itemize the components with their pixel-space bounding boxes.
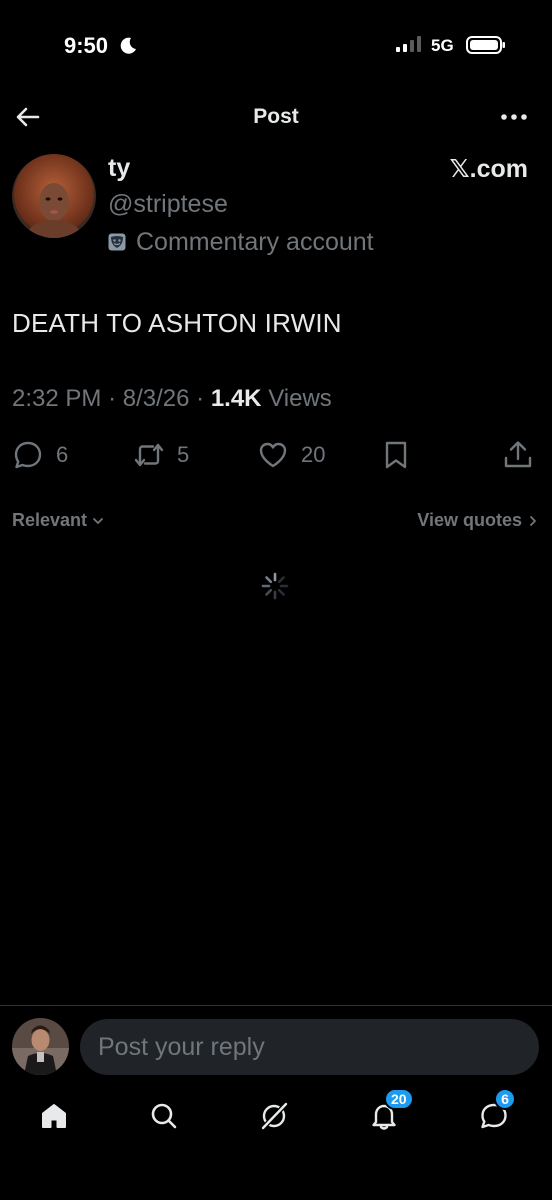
account-label-text: Commentary account bbox=[136, 227, 374, 256]
post-time: 2:32 PM bbox=[12, 385, 102, 412]
battery-icon bbox=[466, 36, 505, 54]
moon-icon bbox=[120, 37, 136, 54]
search-icon bbox=[151, 1103, 177, 1129]
author-handle[interactable]: @striptese bbox=[108, 190, 228, 219]
author-avatar[interactable] bbox=[12, 154, 96, 238]
page-title: Post bbox=[253, 105, 299, 128]
user-avatar[interactable] bbox=[12, 1018, 69, 1075]
sort-dropdown[interactable]: Relevant bbox=[12, 510, 105, 531]
reply-input[interactable] bbox=[80, 1019, 539, 1075]
home-icon bbox=[42, 1104, 66, 1128]
repost-button[interactable]: 5 bbox=[133, 437, 189, 473]
more-icon[interactable] bbox=[496, 101, 532, 133]
post-actions: 6 5 20 bbox=[0, 437, 552, 477]
share-icon bbox=[504, 441, 532, 468]
heart-icon bbox=[259, 442, 287, 468]
like-button[interactable]: 20 bbox=[257, 437, 325, 473]
like-count: 20 bbox=[301, 442, 326, 467]
share-button[interactable] bbox=[502, 437, 534, 473]
post-text: DEATH TO ASHTON IRWIN bbox=[12, 308, 342, 338]
replies-filter: Relevant View quotes bbox=[12, 510, 540, 536]
post-author: ty @striptese Commentary account 𝕏.com bbox=[12, 152, 540, 262]
divider bbox=[0, 1005, 552, 1006]
tab-home[interactable] bbox=[38, 1100, 74, 1136]
signal-icon bbox=[396, 36, 421, 52]
view-quotes-label: View quotes bbox=[417, 510, 522, 530]
notifications-badge: 20 bbox=[384, 1088, 414, 1110]
repost-icon bbox=[134, 443, 164, 467]
views-label: Views bbox=[268, 385, 332, 412]
reply-icon bbox=[14, 441, 42, 469]
reply-count: 6 bbox=[56, 442, 69, 467]
loading-spinner-icon bbox=[261, 572, 289, 600]
bookmark-button[interactable] bbox=[380, 437, 412, 473]
messages-badge: 6 bbox=[494, 1088, 516, 1110]
status-time: 9:50 bbox=[64, 33, 109, 58]
reply-button[interactable]: 6 bbox=[12, 437, 68, 473]
tab-notifications[interactable]: 20 bbox=[368, 1088, 414, 1136]
sort-label: Relevant bbox=[12, 510, 88, 530]
bookmark-icon bbox=[385, 441, 407, 469]
chevron-right-icon bbox=[530, 515, 536, 526]
view-quotes-link[interactable]: View quotes bbox=[417, 510, 540, 531]
author-name[interactable]: ty bbox=[108, 154, 130, 183]
meta-separator: · bbox=[196, 385, 205, 412]
x-com-badge: 𝕏.com bbox=[449, 155, 529, 183]
status-bar: 9:50 5G bbox=[0, 0, 552, 90]
grok-icon bbox=[261, 1102, 288, 1130]
chevron-down-icon bbox=[93, 517, 103, 524]
bottom-nav: 20 6 bbox=[0, 1088, 552, 1150]
post-meta: 2:32 PM · 8/3/26 · 1.4K Views bbox=[12, 385, 332, 413]
tab-messages[interactable]: 6 bbox=[478, 1088, 516, 1136]
meta-separator: · bbox=[108, 385, 117, 412]
repost-count: 5 bbox=[177, 442, 190, 467]
tab-grok[interactable] bbox=[258, 1100, 294, 1136]
network-type: 5G bbox=[431, 36, 454, 55]
views-count[interactable]: 1.4K bbox=[211, 385, 262, 412]
account-label: Commentary account bbox=[108, 227, 374, 257]
tab-search[interactable] bbox=[148, 1100, 184, 1136]
theater-mask-icon bbox=[108, 233, 126, 251]
post-header: Post bbox=[0, 95, 552, 139]
post-date: 8/3/26 bbox=[122, 385, 190, 412]
